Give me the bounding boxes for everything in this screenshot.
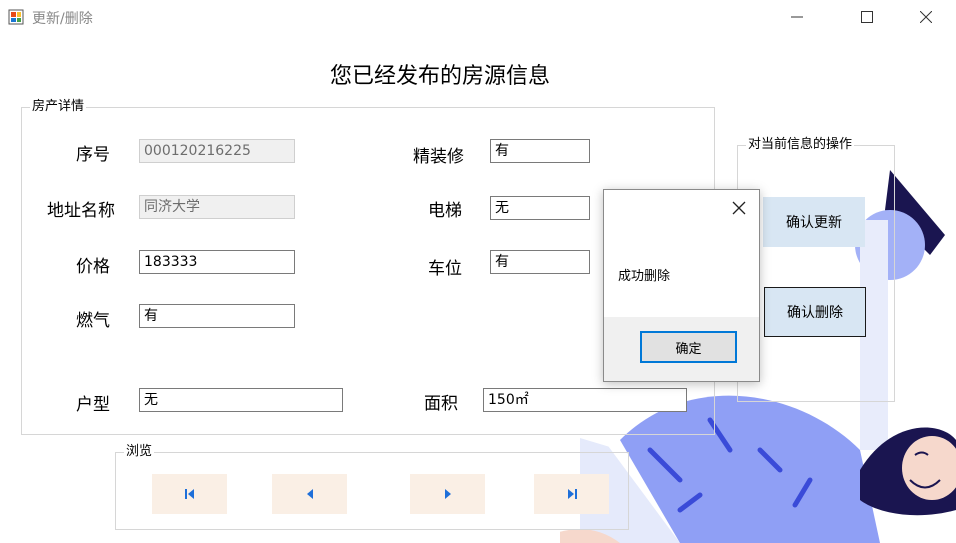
address-label: 地址名称 [47,201,115,221]
price-label: 价格 [76,257,110,277]
elevator-field[interactable]: 无 [490,196,590,220]
maximize-button[interactable] [844,0,890,34]
close-button[interactable] [903,0,949,34]
gas-label: 燃气 [76,311,110,331]
serial-label: 序号 [76,145,110,165]
browse-legend: 浏览 [124,443,155,461]
layout-label: 户型 [76,395,110,415]
message-text: 成功删除 [618,269,671,284]
details-legend: 房产详情 [30,98,87,116]
dialog-close-icon[interactable] [731,200,747,216]
parking-field[interactable]: 有 [490,250,590,274]
decoration-field[interactable]: 有 [490,139,590,163]
title-bar: 更新/删除 [0,0,956,34]
confirm-delete-button[interactable]: 确认删除 [764,287,866,337]
area-label: 面积 [424,394,458,414]
confirm-update-button[interactable]: 确认更新 [763,197,865,247]
gas-field[interactable]: 有 [139,304,295,328]
last-record-button[interactable] [534,474,609,514]
next-record-button[interactable] [410,474,485,514]
close-icon [920,11,932,23]
first-record-button[interactable] [152,474,227,514]
operations-groupbox: 对当前信息的操作 [737,136,895,402]
price-field[interactable]: 183333 [139,250,295,274]
parking-label: 车位 [428,259,462,279]
elevator-label: 电梯 [428,201,462,221]
last-record-icon [567,489,577,499]
page-title: 您已经发布的房源信息 [329,64,550,89]
decoration-label: 精装修 [413,147,464,167]
serial-field[interactable]: 000120216225 [139,139,295,163]
area-field[interactable]: 150㎡ [483,388,687,412]
app-icon [8,9,24,25]
previous-record-button[interactable] [272,474,347,514]
window-title: 更新/删除 [32,11,93,27]
previous-record-icon [306,489,313,499]
maximize-icon [861,11,873,23]
minimize-button[interactable] [774,0,820,34]
dialog-footer: 确定 [604,317,759,381]
minimize-icon [791,16,803,18]
first-record-icon [184,489,194,499]
address-field[interactable]: 同济大学 [139,195,295,219]
layout-field[interactable]: 无 [139,388,343,412]
operations-legend: 对当前信息的操作 [746,136,855,154]
next-record-icon [444,489,451,499]
message-box-dialog: 成功删除 确定 [603,189,760,382]
ok-button[interactable]: 确定 [640,331,737,363]
